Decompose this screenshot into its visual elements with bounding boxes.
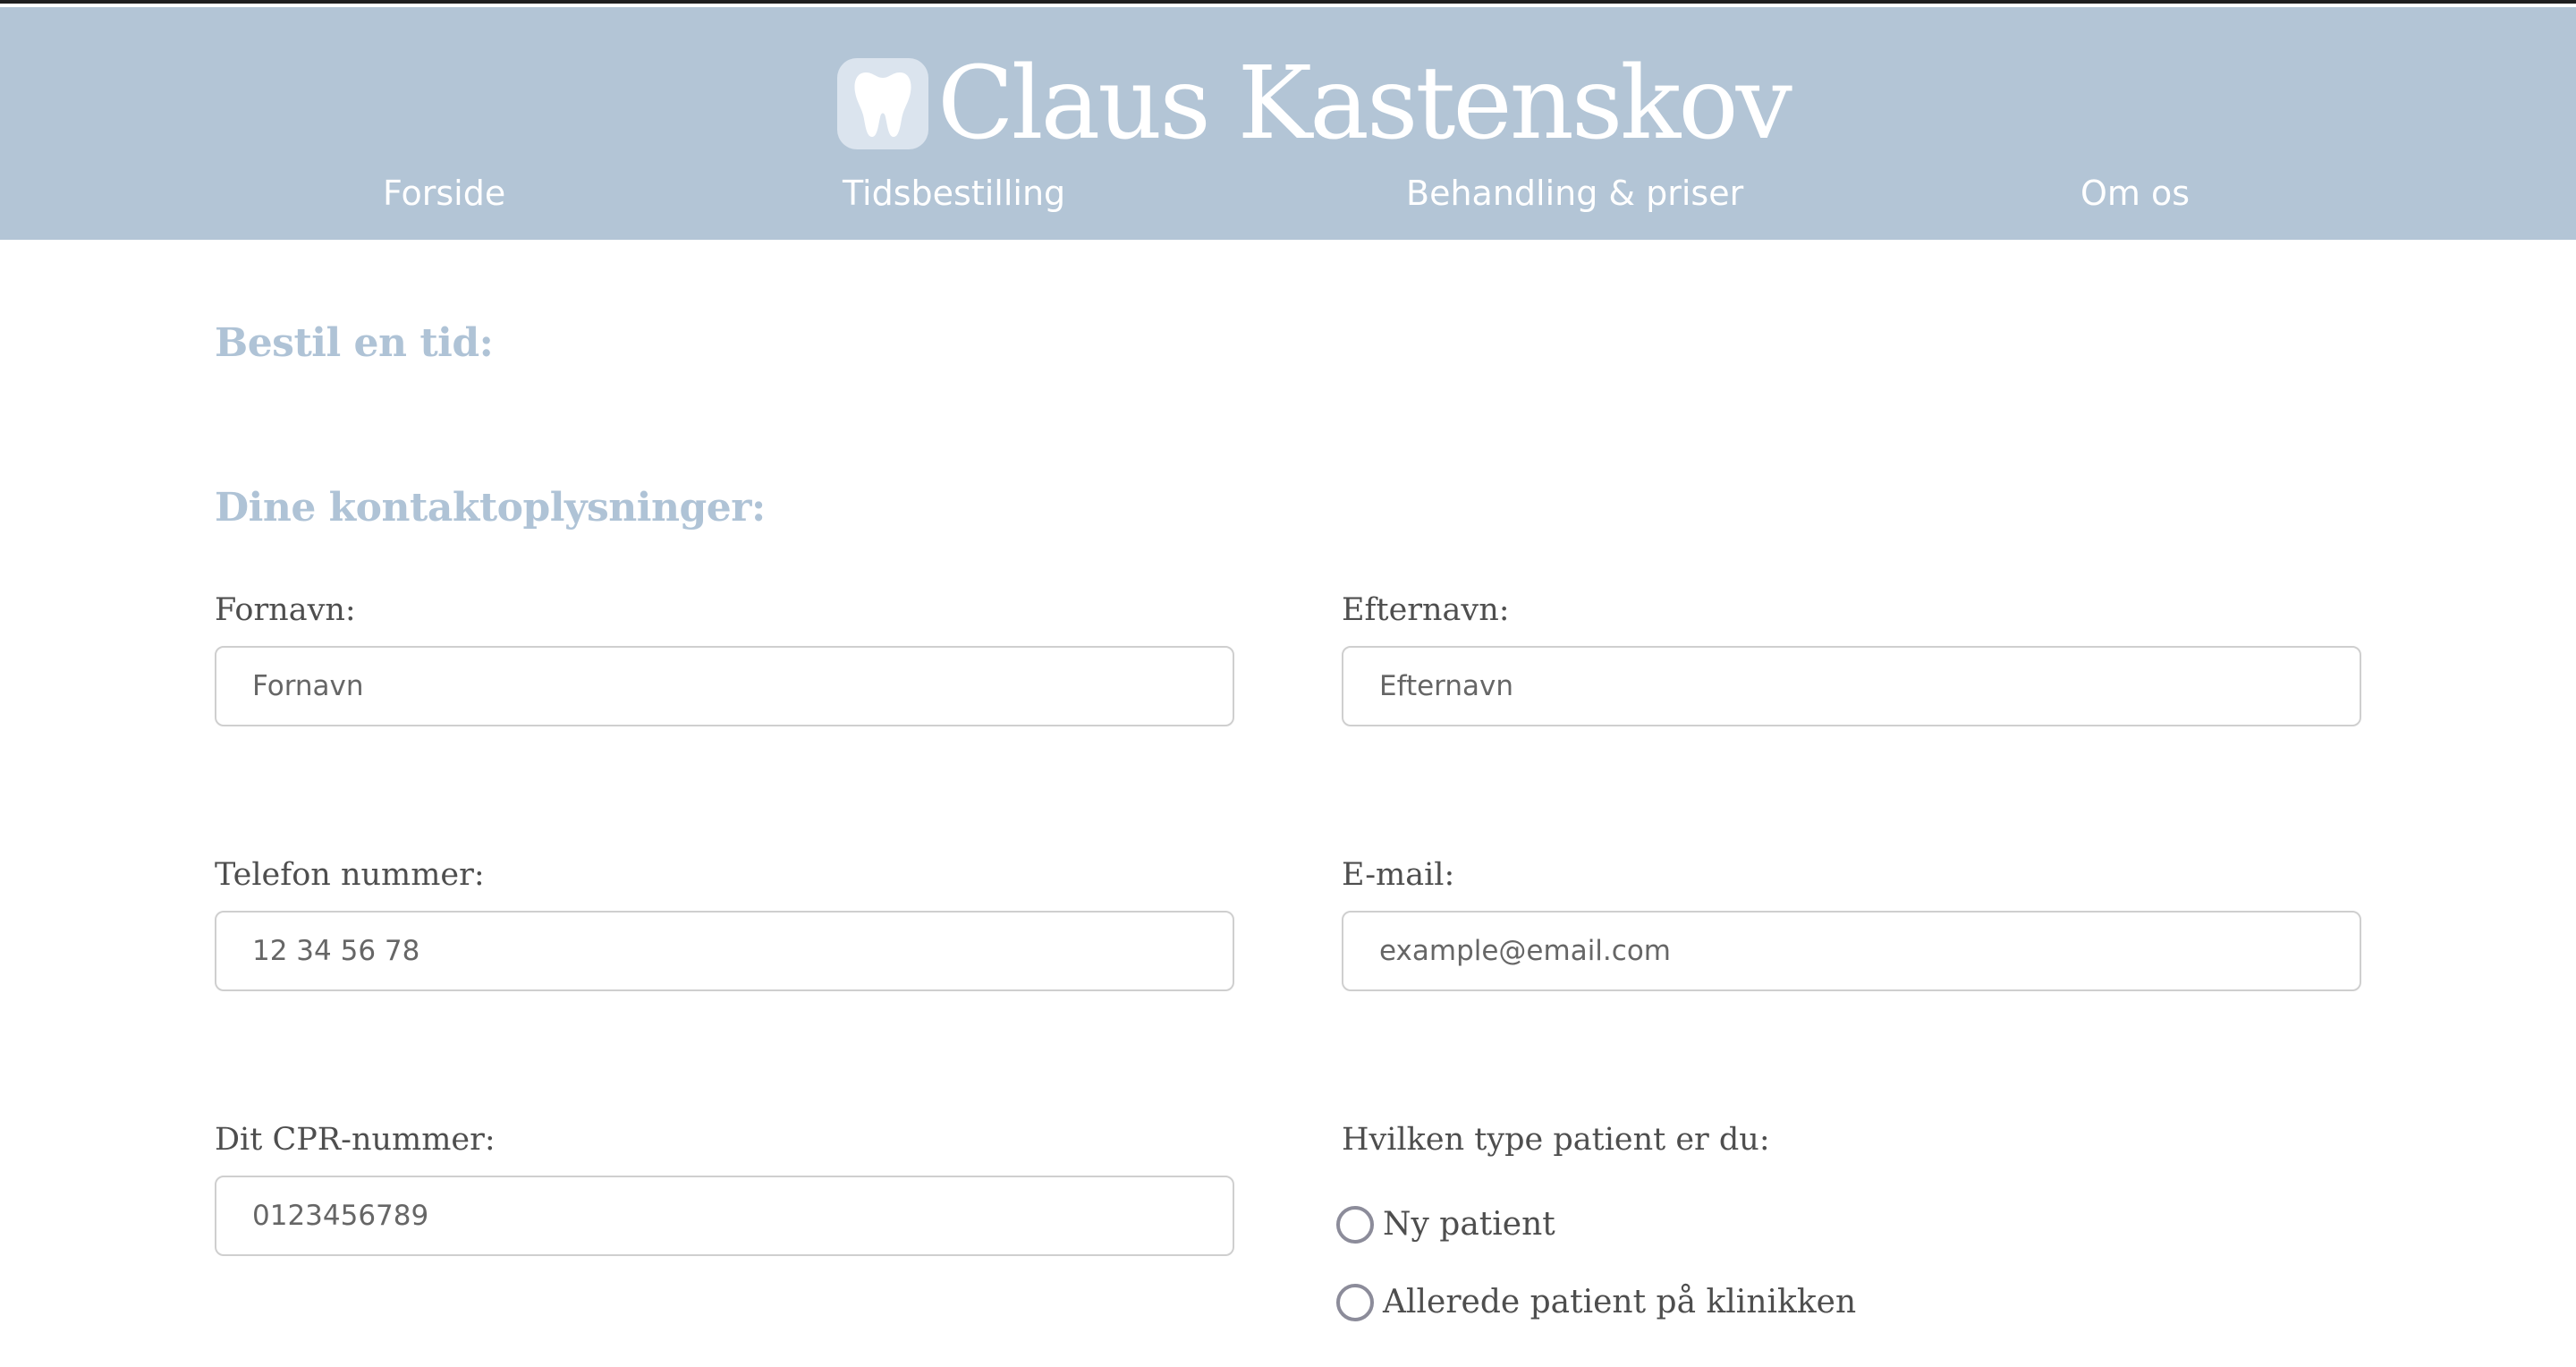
nav-item-tidsbestilling[interactable]: Tidsbestilling [843,168,1065,218]
radio-label-existing-patient: Allerede patient på klinikken [1383,1284,1857,1320]
radio-button[interactable] [1336,1206,1374,1244]
tooth-icon [837,58,928,149]
contact-heading: Dine kontaktoplysninger: [215,485,766,531]
radio-new-patient[interactable]: Ny patient [1336,1202,1555,1247]
phone-label: Telefon nummer: [215,857,485,893]
radio-existing-patient[interactable]: Allerede patient på klinikken [1336,1280,1856,1325]
last-name-input[interactable] [1342,646,2361,726]
nav-item-om-os[interactable]: Om os [2080,168,2190,218]
patient-type-label: Hvilken type patient er du: [1342,1122,1770,1158]
site-title: Claus Kastenskov [937,46,1792,162]
radio-label-new-patient: Ny patient [1383,1206,1555,1243]
page: Claus Kastenskov Forside Tidsbestilling … [0,0,2576,1367]
brand[interactable]: Claus Kastenskov [837,46,1792,162]
booking-heading: Bestil en tid: [215,320,494,366]
last-name-label: Efternavn: [1342,592,1510,628]
nav-item-forside[interactable]: Forside [383,168,505,218]
tooth-icon-graphic [854,72,911,137]
email-input[interactable] [1342,911,2361,991]
first-name-input[interactable] [215,646,1234,726]
radio-button[interactable] [1336,1284,1374,1321]
phone-input[interactable] [215,911,1234,991]
site-header: Claus Kastenskov Forside Tidsbestilling … [0,7,2576,240]
nav-item-behandling-priser[interactable]: Behandling & priser [1406,168,1743,218]
main-nav: Forside Tidsbestilling Behandling & pris… [0,168,2576,218]
email-label: E-mail: [1342,857,1455,893]
first-name-label: Fornavn: [215,592,356,628]
cpr-input[interactable] [215,1176,1234,1256]
cpr-label: Dit CPR-nummer: [215,1122,496,1158]
